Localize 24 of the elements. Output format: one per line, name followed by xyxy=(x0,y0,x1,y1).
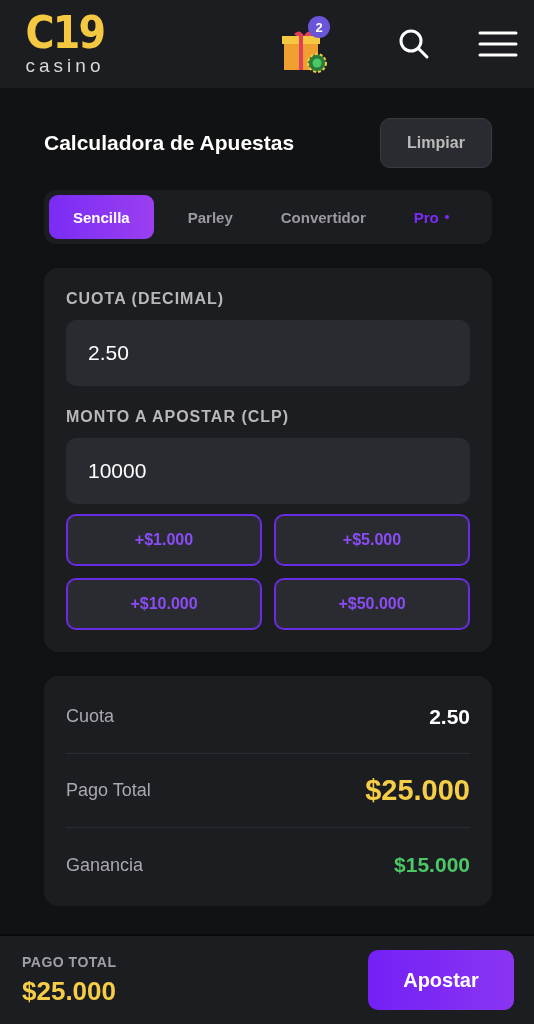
footer-label: PAGO TOTAL xyxy=(22,953,117,970)
tab[interactable]: Convertidor xyxy=(256,195,390,239)
menu-icon[interactable] xyxy=(478,30,518,58)
input-field[interactable]: 10000 xyxy=(66,438,470,504)
bet-button[interactable]: Apostar xyxy=(368,950,514,1010)
result-value: $15.000 xyxy=(394,853,470,877)
result-value: 2.50 xyxy=(429,704,470,729)
clear-button[interactable]: Limpiar xyxy=(380,118,492,168)
dot-icon xyxy=(444,215,449,219)
search-icon[interactable] xyxy=(398,28,430,60)
result-value: $25.000 xyxy=(365,774,470,807)
logo-word: casino xyxy=(25,55,105,77)
tab[interactable]: Parley xyxy=(163,195,257,239)
result-label: Ganancia xyxy=(66,854,144,876)
footer-amount: $25.000 xyxy=(22,975,117,1007)
calculator-title: Calculadora de Apuestas xyxy=(44,131,295,155)
notification-badge: 2 xyxy=(308,16,330,38)
result-label: Cuota xyxy=(66,706,115,727)
tab[interactable]: Sencilla xyxy=(49,195,154,239)
input-field[interactable]: 2.50 xyxy=(66,320,470,386)
logo-mark: C19 xyxy=(25,11,105,55)
result-label: Pago Total xyxy=(66,780,151,801)
field-label: MONTO A APOSTAR (CLP) xyxy=(66,408,291,426)
field-label: CUOTA (DECIMAL) xyxy=(66,290,226,308)
